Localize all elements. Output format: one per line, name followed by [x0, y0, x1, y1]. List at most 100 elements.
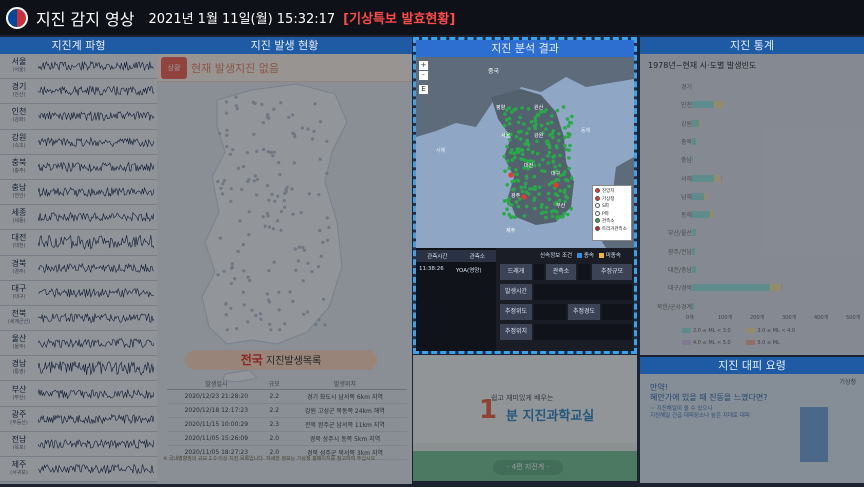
quake-magnitude: 2.2: [265, 403, 283, 418]
station-dot: [241, 243, 245, 247]
quake-row[interactable]: 2020/11/15 10:00:29 2.3 전북 완주군 남서쪽 11km 지역: [167, 417, 407, 432]
stats-bar: [692, 174, 714, 182]
station-dot: [224, 111, 229, 115]
legend-item: 기상청: [595, 195, 629, 204]
quake-row[interactable]: 2020/11/05 15:26:09 2.0 경북 상주시 동쪽 5km 지역: [167, 431, 407, 446]
legend-item: 관측소: [595, 218, 629, 226]
cell-station[interactable]: 관측소: [546, 264, 576, 280]
legend-label: 관측소: [602, 219, 615, 224]
observatory-dot: [566, 178, 570, 183]
observatory-dot: [502, 123, 507, 128]
station-dot: [279, 209, 283, 214]
evacuation-guide-panel[interactable]: 지진 대피 요령 기상청 만약! 혜안가에 있을 때 진동을 느꼈다면? ☞ 지…: [640, 357, 864, 483]
station-dot: [300, 126, 304, 130]
stats-bar: [713, 174, 721, 182]
station-dot: [265, 211, 269, 216]
map-label-east-sea: 동해: [581, 127, 591, 134]
station-sub: (천안): [12, 193, 26, 200]
station-label: 인천 (강화): [0, 107, 38, 125]
cell-est-magnitude[interactable]: 추정규모: [592, 264, 632, 280]
observatory-dot: [533, 116, 537, 120]
stats-region-label: 대전/충남: [667, 267, 692, 274]
observatory-dot: [506, 201, 511, 205]
quake-row[interactable]: 2020/12/23 21:28:20 2.2 경기 화도시 남서쪽 6km 지역: [167, 389, 407, 404]
zoom-out-button[interactable]: -: [419, 71, 428, 80]
weather-alert-link[interactable]: [기상특보 발효현황]: [343, 8, 455, 27]
observatory-dot: [551, 160, 556, 164]
observatory-dot: [505, 144, 509, 149]
analysis-panel[interactable]: 지진 분석 결과 중국 평양 원산 서울 강원 대전 대구 광주 부산 제주 서…: [413, 37, 637, 354]
station-label: 제주 (서귀포): [0, 460, 38, 478]
observatory-dot: [522, 122, 526, 126]
col-datetime: 발생일시: [167, 378, 266, 390]
cell-drag[interactable]: 드래게: [500, 264, 532, 280]
station-dot: [225, 128, 229, 132]
cell-est-lat[interactable]: 추정위도: [500, 304, 532, 320]
station-dot: [291, 131, 295, 135]
waveform-trace: [38, 413, 154, 425]
station-dot: [225, 328, 229, 332]
station-dot: [267, 298, 271, 302]
cell-est-lon[interactable]: 추정경도: [568, 304, 600, 320]
stats-row: 경기: [640, 81, 864, 91]
layer-toggle-button[interactable]: E: [419, 85, 428, 94]
observatory-dot: [546, 191, 551, 196]
zoom-in-button[interactable]: +: [419, 61, 428, 70]
station-name: 경북: [11, 258, 27, 268]
observatory-dot: [516, 120, 521, 125]
cell-occur-time[interactable]: 발생시간: [500, 284, 532, 300]
quake-datetime: 2020/11/15 10:00:29: [167, 417, 266, 432]
legend-label: S파: [602, 204, 609, 209]
stats-panel-title: 지진 통계: [640, 37, 864, 54]
edu-video-panel[interactable]: 쉽고 재미있게 배우는 1 분 지진과학교실 - 4편 지진계 -: [413, 355, 637, 481]
waveform-trace: [38, 463, 154, 475]
waveform-trace: [38, 262, 154, 273]
station-dot: [255, 193, 259, 197]
observatory-dot: [557, 198, 562, 203]
observatory-dot: [514, 107, 518, 111]
quake-table: 발생일시 규모 발생위치 2020/12/23 21:28:20 2.2 경기 화도…: [167, 378, 407, 460]
observatory-dot: [532, 163, 537, 168]
station-sub: (서울): [12, 67, 26, 74]
analysis-map[interactable]: 중국 평양 원산 서울 강원 대전 대구 광주 부산 제주 서해 동해 + - …: [416, 57, 634, 248]
edu-episode-button[interactable]: - 4편 지진계 -: [493, 460, 563, 475]
station-sub: (안산): [12, 92, 26, 99]
station-dot: [263, 224, 267, 228]
station-dot: [242, 303, 246, 307]
quake-datetime: 2020/12/23 21:28:20: [167, 389, 266, 404]
station-dot: [288, 290, 292, 294]
cell-est-location[interactable]: 추정위치: [500, 324, 532, 340]
observatory-dot: [562, 211, 566, 216]
observatory-dot: [561, 105, 566, 109]
station-sub: (무등산): [10, 419, 28, 426]
stats-row: 강원: [640, 118, 864, 128]
station-dot: [277, 161, 281, 165]
station-dot: [318, 157, 322, 161]
legend-item: 트리거관측소: [595, 225, 629, 234]
observatory-dot: [569, 206, 573, 211]
waveform-trace: [38, 111, 154, 122]
station-dot: [325, 216, 329, 220]
quake-list-header: 전국 지진발생목록: [185, 350, 377, 370]
station-dot: [222, 269, 226, 273]
stats-region-label: 서해: [680, 175, 692, 183]
stats-bar: [692, 247, 695, 255]
station-dot: [318, 229, 322, 233]
quake-row[interactable]: 2020/12/18 12:17:23 2.2 강원 고성군 북동쪽 24km 해역: [167, 403, 407, 418]
observatory-dot: [525, 140, 530, 144]
observatory-dot: [563, 135, 567, 140]
map-label-pyongyang: 평양: [496, 104, 506, 111]
guide-brand: 기상청: [839, 379, 856, 386]
station-dot: [287, 115, 291, 119]
stats-subtitle: 1978년~현재 시·도별 발생빈도: [648, 61, 757, 70]
station-label: 경남 (통영): [0, 359, 38, 377]
waveform-trace: [38, 85, 154, 97]
stats-row: 인천: [640, 99, 864, 109]
stats-row: 북한/군사경계: [640, 301, 864, 311]
col-magnitude: 규모: [265, 378, 283, 390]
map-label-jeju: 제주: [506, 227, 516, 234]
observatory-dot: [526, 147, 531, 152]
observatory-dot: [544, 210, 548, 214]
obs-station: YOA(영양): [456, 268, 482, 274]
observatory-dot: [502, 154, 507, 159]
